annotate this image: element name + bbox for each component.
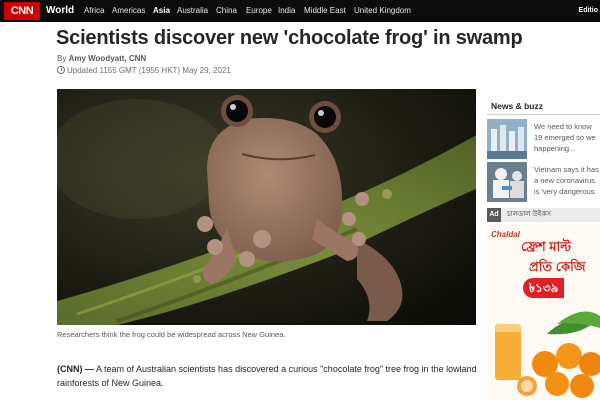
news-line: a new coronavirus (534, 176, 595, 185)
news-headline[interactable]: We need to know 19 emerged so we happeni… (534, 121, 600, 157)
nav-item-europe[interactable]: Europe (246, 0, 272, 22)
ad-advertiser-label[interactable]: চালডাল উইকস (507, 208, 551, 222)
edition-selector[interactable]: Editio (579, 0, 600, 22)
advertisement[interactable]: Chaldal ফ্রেশ মাল্ট প্রতি কেজি ৳১৩৯ (487, 224, 600, 400)
news-line: Vietnam says it has (534, 165, 599, 174)
lead-source: (CNN) — (57, 364, 94, 374)
news-item[interactable]: Vietnam says it has a new coronavirus is… (487, 162, 600, 202)
top-nav: CNN World Africa Americas Asia Australia… (0, 0, 600, 22)
ad-headline: ফ্রেশ মাল্ট (521, 239, 572, 254)
lead-text: A team of Australian scientists has disc… (57, 364, 477, 388)
news-thumbnail (487, 162, 527, 202)
news-headline[interactable]: Vietnam says it has a new coronavirus is… (534, 164, 600, 200)
byline-prefix: By (57, 54, 67, 63)
author-link[interactable]: Amy Woodyatt, CNN (69, 54, 147, 63)
article-headline: Scientists discover new 'chocolate frog'… (56, 27, 523, 49)
news-item[interactable]: We need to know 19 emerged so we happeni… (487, 119, 600, 159)
nav-item-middle-east[interactable]: Middle East (304, 0, 346, 22)
ad-subheadline: প্রতি কেজি (529, 259, 586, 274)
photo-caption: Researchers think the frog could be wide… (57, 330, 286, 339)
clock-icon (57, 66, 65, 74)
hero-photo[interactable] (57, 89, 476, 325)
news-line: 19 emerged so we (534, 133, 596, 142)
lead-paragraph: (CNN) — A team of Australian scientists … (57, 362, 477, 390)
nav-item-africa[interactable]: Africa (84, 0, 104, 22)
nav-item-asia[interactable]: Asia (153, 0, 170, 22)
news-thumbnail (487, 119, 527, 159)
news-line: We need to know (534, 122, 592, 131)
ad-badge: Ad (487, 208, 501, 222)
nav-item-india[interactable]: India (278, 0, 295, 22)
cnn-logo[interactable]: CNN (4, 2, 40, 20)
nav-world[interactable]: World (46, 0, 74, 22)
news-line: happening... (534, 144, 576, 153)
ad-header: Ad চালডাল উইকস (487, 208, 600, 222)
nav-item-americas[interactable]: Americas (112, 0, 145, 22)
ad-brand-logo: Chaldal (491, 230, 520, 239)
updated-text: Updated 1155 GMT (1955 HKT) May 29, 2021 (67, 66, 231, 75)
frog-photo (57, 89, 476, 325)
medical-photo-icon (487, 162, 527, 202)
news-line: is 'very dangerous (534, 187, 595, 196)
ad-price-tag: ৳১৩৯ (523, 278, 565, 298)
nav-item-australia[interactable]: Australia (177, 0, 208, 22)
nav-item-china[interactable]: China (216, 0, 237, 22)
news-buzz-heading: News & buzz (491, 101, 543, 111)
nav-item-united-kingdom[interactable]: United Kingdom (354, 0, 411, 22)
lab-photo-icon (487, 119, 527, 159)
byline: By Amy Woodyatt, CNN (57, 54, 146, 63)
updated-timestamp: Updated 1155 GMT (1955 HKT) May 29, 2021 (57, 66, 231, 75)
divider (487, 114, 600, 115)
